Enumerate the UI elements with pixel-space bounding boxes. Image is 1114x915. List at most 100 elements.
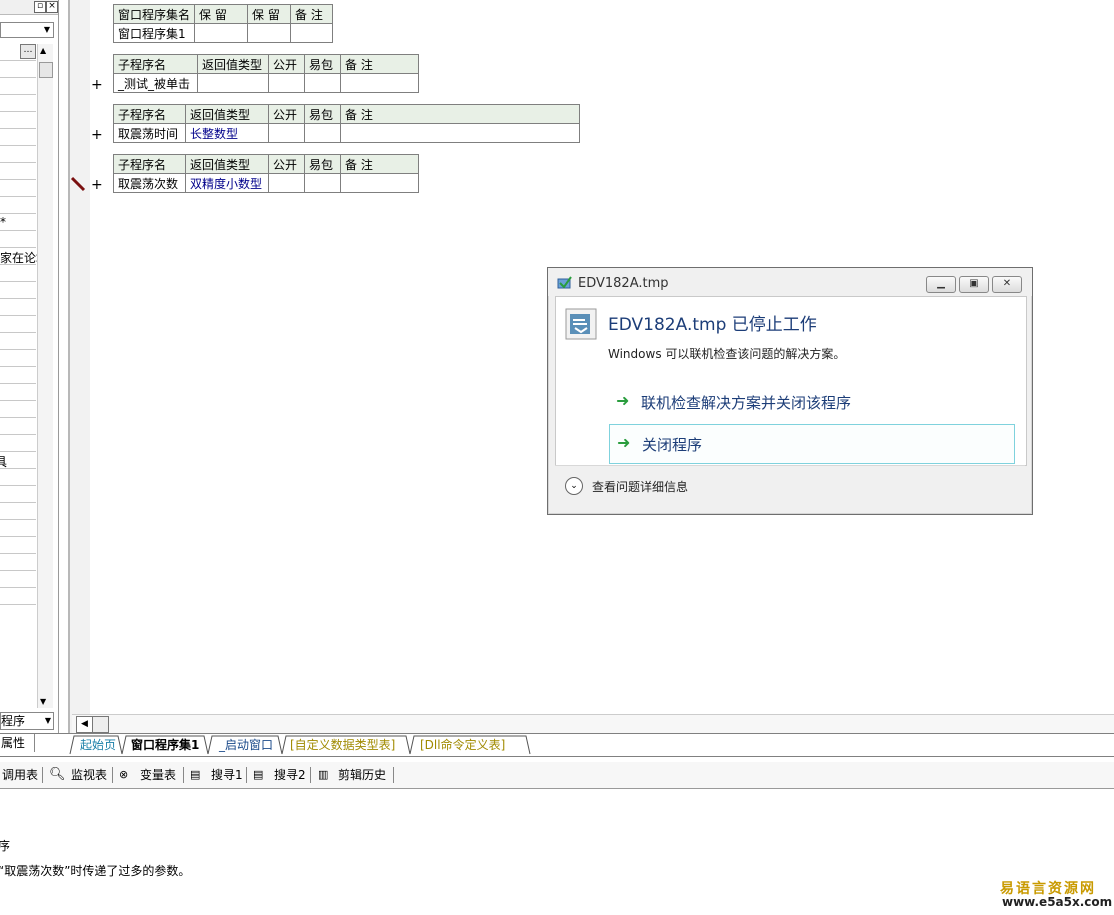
table-header: 窗口程序集名 [112, 4, 196, 24]
object-combo[interactable]: ▼ [0, 22, 54, 38]
search-doc-icon: ▤ [253, 768, 264, 781]
maximize-icon[interactable]: ▣ [959, 276, 989, 293]
app-icon [557, 276, 572, 289]
table-header: 公开 [268, 54, 305, 74]
editor-tabs: 属性 起始页 窗口程序集1 _启动窗口 [自定义数据类型表] [Dll命令定义表… [0, 733, 1114, 757]
table-header: 保 留 [194, 4, 249, 24]
table-cell[interactable]: 长整数型 [185, 123, 269, 143]
close-icon[interactable]: ✕ [992, 276, 1022, 293]
close-icon[interactable]: × [46, 1, 58, 13]
table-cell[interactable]: 取震荡时间 [113, 123, 186, 143]
horizontal-scrollbar[interactable]: ◀ [72, 714, 1114, 733]
tab-dll-commands[interactable]: [Dll命令定义表] [420, 736, 505, 754]
property-panel: ▫ × ▼ … * 家在论坛 t t t t 具 t t t ▲ ▼ 程 [0, 0, 59, 733]
expand-details-icon[interactable]: ⌄ [565, 477, 583, 495]
table-cell[interactable]: 双精度小数型 [185, 173, 269, 193]
table-cell[interactable] [268, 173, 305, 193]
sub-table: 子程序名 返回值类型 公开 易包 备 注 取震荡次数 双精度小数型 [113, 154, 419, 193]
output-line: 序 [0, 839, 11, 853]
dialog-title: EDV182A.tmp [578, 276, 669, 291]
table-header: 备 注 [340, 154, 419, 174]
table-cell[interactable]: 窗口程序集1 [112, 23, 196, 43]
property-value[interactable]: * [0, 215, 6, 229]
variables-icon: ⊗ [119, 768, 129, 781]
table-cell[interactable]: 取震荡次数 [113, 173, 186, 193]
table-header: 公开 [268, 104, 305, 124]
watch-table-button[interactable]: 监视表 [71, 766, 107, 784]
tab-startup-window[interactable]: _启动窗口 [219, 736, 273, 754]
dialog-footer: ⌄ 查看问题详细信息 [555, 465, 1025, 506]
table-header: 子程序名 [113, 54, 198, 74]
table-header: 易包 [304, 54, 341, 74]
table-header: 备 注 [290, 4, 334, 24]
scroll-down-icon[interactable]: ▼ [40, 697, 46, 706]
table-header: 公开 [268, 154, 305, 174]
sub-table: 子程序名 返回值类型 公开 易包 备 注 _测试_被单击 [113, 54, 419, 93]
scroll-thumb[interactable] [92, 716, 109, 733]
output-panel: 序 “取震荡次数”时传递了过多的参数。 易语言资源网 www.e5a5x.com [0, 790, 1114, 915]
table-header: 易包 [304, 154, 341, 174]
clipboard-icon: ▥ [318, 768, 329, 781]
table-cell[interactable] [340, 173, 419, 193]
sub-table: 子程序名 返回值类型 公开 易包 备 注 取震荡时间 长整数型 [113, 104, 580, 143]
expand-icon[interactable]: + [91, 128, 103, 142]
table-header: 子程序名 [113, 154, 186, 174]
table-header: 保 留 [247, 4, 292, 24]
chevron-down-icon[interactable]: ▼ [41, 23, 53, 37]
restore-icon[interactable]: ▫ [34, 1, 46, 13]
bottom-toolbar: 调用表 🔍︎ 监视表 ⊗ 变量表 ▤ 搜寻1 ▤ 搜寻2 ▥ 剪辑历史 [0, 762, 1114, 789]
crash-dialog: EDV182A.tmp ▁ ▣ ✕ EDV182A.tmp 已停止工作 Wind… [547, 267, 1033, 515]
code-gutter [68, 0, 90, 733]
close-program-button[interactable]: ➜ 关闭程序 [609, 424, 1015, 464]
table-cell[interactable] [268, 123, 305, 143]
property-value[interactable]: 具 [0, 453, 7, 470]
table-header: 返回值类型 [185, 154, 269, 174]
clip-history-button[interactable]: 剪辑历史 [338, 766, 386, 784]
table-cell[interactable] [304, 173, 341, 193]
panel-scrollbar[interactable]: ▲ ▼ [37, 44, 53, 708]
green-arrow-icon: ➜ [616, 391, 630, 410]
call-table-button[interactable]: 调用表 [2, 766, 38, 784]
check-solution-label: 联机检查解决方案并关闭该程序 [641, 394, 852, 412]
table-cell[interactable] [304, 123, 341, 143]
expand-icon[interactable]: + [91, 178, 103, 192]
table-cell[interactable] [197, 73, 269, 93]
expand-icon[interactable]: + [91, 78, 103, 92]
program-combo[interactable]: 程序 ▼ [0, 712, 54, 730]
dialog-heading: EDV182A.tmp 已停止工作 [608, 315, 817, 335]
table-header: 易包 [304, 104, 341, 124]
table-cell[interactable] [290, 23, 334, 43]
check-solution-button[interactable]: ➜ 联机检查解决方案并关闭该程序 [609, 383, 1013, 421]
tab-custom-types[interactable]: [自定义数据类型表] [290, 736, 395, 754]
dialog-content: EDV182A.tmp 已停止工作 Windows 可以联机检查该问题的解决方案… [555, 296, 1027, 466]
scroll-thumb[interactable] [39, 62, 53, 78]
dialog-message: Windows 可以联机检查该问题的解决方案。 [608, 347, 846, 361]
output-line: “取震荡次数”时传递了过多的参数。 [0, 864, 191, 878]
table-cell[interactable] [247, 23, 292, 43]
dialog-titlebar[interactable]: EDV182A.tmp ▁ ▣ ✕ [548, 268, 1032, 296]
chevron-down-icon[interactable]: ▼ [45, 713, 51, 729]
ellipsis-button[interactable]: … [20, 44, 36, 59]
variable-table-button[interactable]: 变量表 [140, 766, 176, 784]
table-cell[interactable] [194, 23, 249, 43]
minimize-icon[interactable]: ▁ [926, 276, 956, 293]
assembly-table: 窗口程序集名 保 留 保 留 备 注 窗口程序集1 [112, 4, 334, 43]
search-doc-icon: ▤ [190, 768, 201, 781]
table-cell[interactable] [340, 123, 580, 143]
search2-button[interactable]: 搜寻2 [274, 766, 306, 784]
scroll-up-icon[interactable]: ▲ [40, 46, 46, 55]
table-header: 备 注 [340, 104, 580, 124]
table-cell[interactable] [268, 73, 305, 93]
breakpoint-pen-icon[interactable] [70, 176, 86, 192]
tab-start-page[interactable]: 起始页 [80, 736, 116, 754]
green-arrow-icon: ➜ [617, 433, 631, 452]
table-cell[interactable]: _测试_被单击 [113, 73, 198, 93]
watermark-url: www.e5a5x.com [1002, 895, 1113, 909]
search1-button[interactable]: 搜寻1 [211, 766, 243, 784]
view-details-link[interactable]: 查看问题详细信息 [592, 478, 688, 495]
table-cell[interactable] [340, 73, 419, 93]
tab-properties[interactable]: 属性 [0, 734, 35, 752]
scroll-left-icon[interactable]: ◀ [76, 716, 93, 733]
tab-assembly1[interactable]: 窗口程序集1 [131, 736, 199, 754]
table-cell[interactable] [304, 73, 341, 93]
